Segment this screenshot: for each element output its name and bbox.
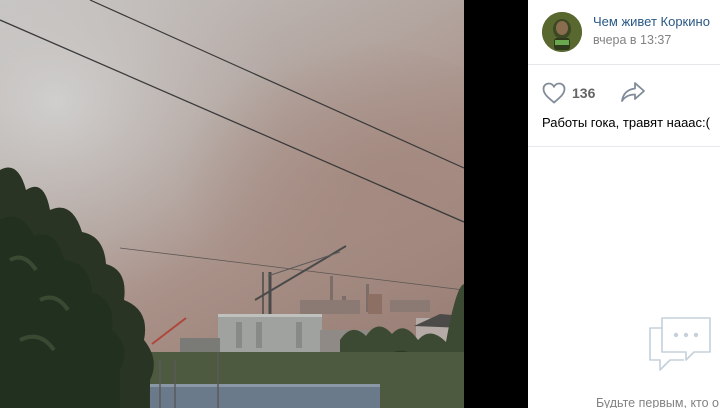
comments-empty-state (648, 316, 714, 381)
post-text: Работы гока, травят нааас:( (542, 115, 710, 130)
post-author-header: Чем живет Коркино вчера в 13:37 (528, 0, 720, 65)
post-info-panel: Чем живет Коркино вчера в 13:37 136 Рабо… (528, 0, 720, 408)
divider (528, 146, 720, 147)
photo-viewer: Чем живет Коркино вчера в 13:37 136 Рабо… (0, 0, 720, 408)
community-logo-icon (542, 12, 582, 52)
like-button[interactable]: 136 (542, 78, 595, 108)
photo[interactable] (0, 0, 464, 408)
author-name-link[interactable]: Чем живет Коркино (593, 14, 710, 29)
comment-bubbles-icon (649, 317, 711, 371)
share-button[interactable] (620, 81, 646, 108)
heart-icon (542, 82, 566, 104)
dust-storm-photo (0, 0, 464, 408)
avatar[interactable] (542, 12, 582, 52)
post-actions: 136 (528, 78, 720, 108)
viewer-gap (464, 0, 528, 408)
like-count: 136 (572, 85, 596, 101)
comments-empty-hint: Будьте первым, кто о (596, 396, 720, 408)
post-time-link[interactable]: вчера в 13:37 (593, 33, 671, 47)
share-arrow-icon (621, 82, 645, 102)
